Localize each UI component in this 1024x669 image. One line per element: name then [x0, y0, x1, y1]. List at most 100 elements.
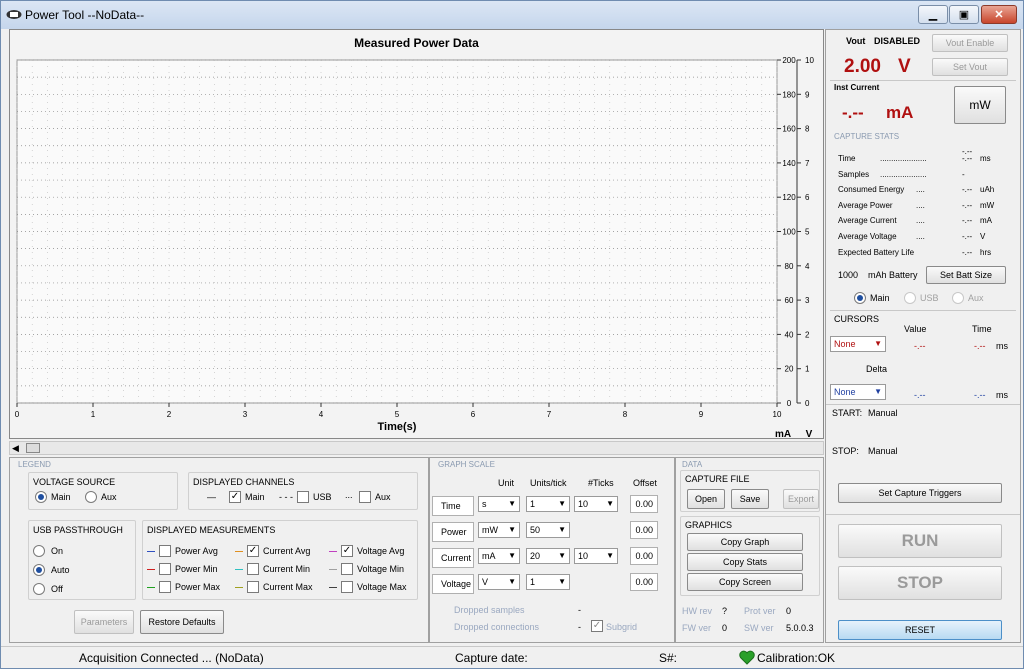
acquisition-status: Acquisition Connected ... (NoData): [79, 651, 264, 665]
voltage-min-checkbox[interactable]: [341, 563, 353, 575]
graph-scale-section-title: GRAPH SCALE: [438, 460, 495, 469]
stats-source-aux-radio[interactable]: [952, 292, 964, 304]
power-min-checkbox[interactable]: [159, 563, 171, 575]
current-unit-select[interactable]: mA: [478, 548, 520, 564]
passthrough-auto-radio[interactable]: [33, 564, 45, 576]
run-button[interactable]: RUN: [838, 524, 1002, 558]
stat-leader: .....................: [880, 154, 927, 163]
stat-leader: ....: [916, 200, 925, 210]
stats-source-usb-radio[interactable]: [904, 292, 916, 304]
close-button[interactable]: ✕: [981, 5, 1017, 24]
copy-screen-button[interactable]: Copy Screen: [687, 573, 803, 591]
passthrough-auto-label: Auto: [51, 565, 70, 575]
cursor1-select[interactable]: None: [830, 336, 886, 352]
channel-usb-checkbox[interactable]: [297, 491, 309, 503]
heart-icon: [739, 650, 755, 665]
usb-passthrough-title: USB PASSTHROUGH: [33, 525, 123, 535]
time-offset-input[interactable]: 0.00: [630, 495, 658, 513]
mw-toggle-button[interactable]: mW: [954, 86, 1006, 124]
vout-enable-button[interactable]: Vout Enable: [932, 34, 1008, 52]
stop-label: STOP:: [832, 446, 859, 456]
x-tick-label: 3: [243, 410, 248, 419]
current-row-label: Current: [432, 548, 474, 568]
stat-unit: mW: [980, 200, 995, 210]
displayed-measurements-group: DISPLAYED MEASUREMENTS Power Avg Power M…: [142, 520, 418, 600]
save-button[interactable]: Save: [731, 489, 769, 509]
left-unit-label: mA: [775, 429, 791, 438]
passthrough-on-radio[interactable]: [33, 545, 45, 557]
battery-value: 1000: [838, 270, 859, 280]
export-button[interactable]: Export: [783, 489, 819, 509]
voltage-max-label: Voltage Max: [357, 582, 407, 592]
power-min-swatch: [147, 569, 155, 570]
stat-value: -.--: [962, 232, 973, 241]
capture-stats-title: CAPTURE STATS: [834, 132, 900, 141]
chart-svg[interactable]: 0 1 2 3 4 5 6 7 8 9 100204060801001201401601802000…: [10, 30, 823, 438]
stat-leader: ....: [916, 185, 925, 195]
voltage-max-checkbox[interactable]: [341, 581, 353, 593]
voltage-source-main-radio[interactable]: [35, 491, 47, 503]
y-right-tick-label: 10: [805, 56, 814, 65]
voltage-min-swatch: [329, 569, 337, 570]
power-max-checkbox[interactable]: [159, 581, 171, 593]
stats-source-main-radio[interactable]: [854, 292, 866, 304]
current-ticks-select[interactable]: 10: [574, 548, 618, 564]
parameters-button[interactable]: Parameters: [74, 610, 134, 634]
cursor2-select[interactable]: None: [830, 384, 886, 400]
voltage-avg-checkbox[interactable]: ✓: [341, 545, 353, 557]
set-vout-button[interactable]: Set Vout: [932, 58, 1008, 76]
power-unit-select[interactable]: mW: [478, 522, 520, 538]
x-tick-label: 8: [623, 410, 628, 419]
voltage-source-aux-radio[interactable]: [85, 491, 97, 503]
usb-passthrough-group: USB PASSTHROUGH On Auto Off: [28, 520, 136, 600]
stat-label: Average Voltage: [838, 232, 897, 241]
subgrid-checkbox[interactable]: ✓: [591, 620, 603, 632]
open-button[interactable]: Open: [687, 489, 725, 509]
current-offset-input[interactable]: 0.00: [630, 547, 658, 565]
right-unit-label: V: [806, 429, 813, 438]
restore-defaults-button[interactable]: Restore Defaults: [140, 610, 224, 634]
power-avg-checkbox[interactable]: [159, 545, 171, 557]
aux-line-sample: ...: [345, 490, 353, 500]
time-upt-select[interactable]: 1: [526, 496, 570, 512]
current-min-checkbox[interactable]: [247, 563, 259, 575]
power-offset-input[interactable]: 0.00: [630, 521, 658, 539]
maximize-button[interactable]: ▣: [949, 5, 979, 24]
fw-ver-label: FW ver: [682, 623, 711, 633]
current-max-checkbox[interactable]: [247, 581, 259, 593]
voltage-upt-select[interactable]: 1: [526, 574, 570, 590]
dropped-samples-label: Dropped samples: [454, 605, 525, 615]
scroll-left-icon[interactable]: ◀: [12, 443, 19, 454]
stat-label: Consumed Energy: [838, 185, 905, 195]
copy-stats-button[interactable]: Copy Stats: [687, 553, 803, 571]
voltage-unit-select[interactable]: V: [478, 574, 520, 590]
copy-graph-button[interactable]: Copy Graph: [687, 533, 803, 551]
plot-panel[interactable]: Measured Power Data 0 1 2 3 4 5 6 7 8 9 10 0 20 40 60 8…: [9, 29, 824, 439]
stats-source-main-label: Main: [870, 293, 890, 303]
reset-button[interactable]: RESET: [838, 620, 1002, 640]
time-ticks-select[interactable]: 10: [574, 496, 618, 512]
time-unit-select[interactable]: s: [478, 496, 520, 512]
power-max-label: Power Max: [175, 582, 221, 592]
power-row-label: Power: [432, 522, 474, 542]
scroll-thumb[interactable]: [26, 443, 40, 453]
passthrough-off-radio[interactable]: [33, 583, 45, 595]
dropped-samples-value: -: [578, 605, 581, 615]
window-title: Power Tool --NoData--: [25, 8, 145, 22]
power-upt-select[interactable]: 50: [526, 522, 570, 538]
y-left-tick-label: 200: [782, 56, 796, 65]
y-right-tick-label: 5: [805, 228, 810, 237]
stop-button[interactable]: STOP: [838, 566, 1002, 600]
minimize-button[interactable]: ▁: [918, 5, 948, 24]
time-scrollbar[interactable]: ◀: [9, 441, 824, 455]
voltage-offset-input[interactable]: 0.00: [630, 573, 658, 591]
current-avg-checkbox[interactable]: ✓: [247, 545, 259, 557]
set-capture-triggers-button[interactable]: Set Capture Triggers: [838, 483, 1002, 503]
channel-main-checkbox[interactable]: ✓: [229, 491, 241, 503]
stat-value: -.--: [962, 185, 973, 195]
channel-aux-checkbox[interactable]: [359, 491, 371, 503]
passthrough-off-label: Off: [51, 584, 63, 594]
y-left-tick-label: 140: [782, 159, 796, 168]
current-upt-select[interactable]: 20: [526, 548, 570, 564]
set-batt-size-button[interactable]: Set Batt Size: [926, 266, 1006, 284]
